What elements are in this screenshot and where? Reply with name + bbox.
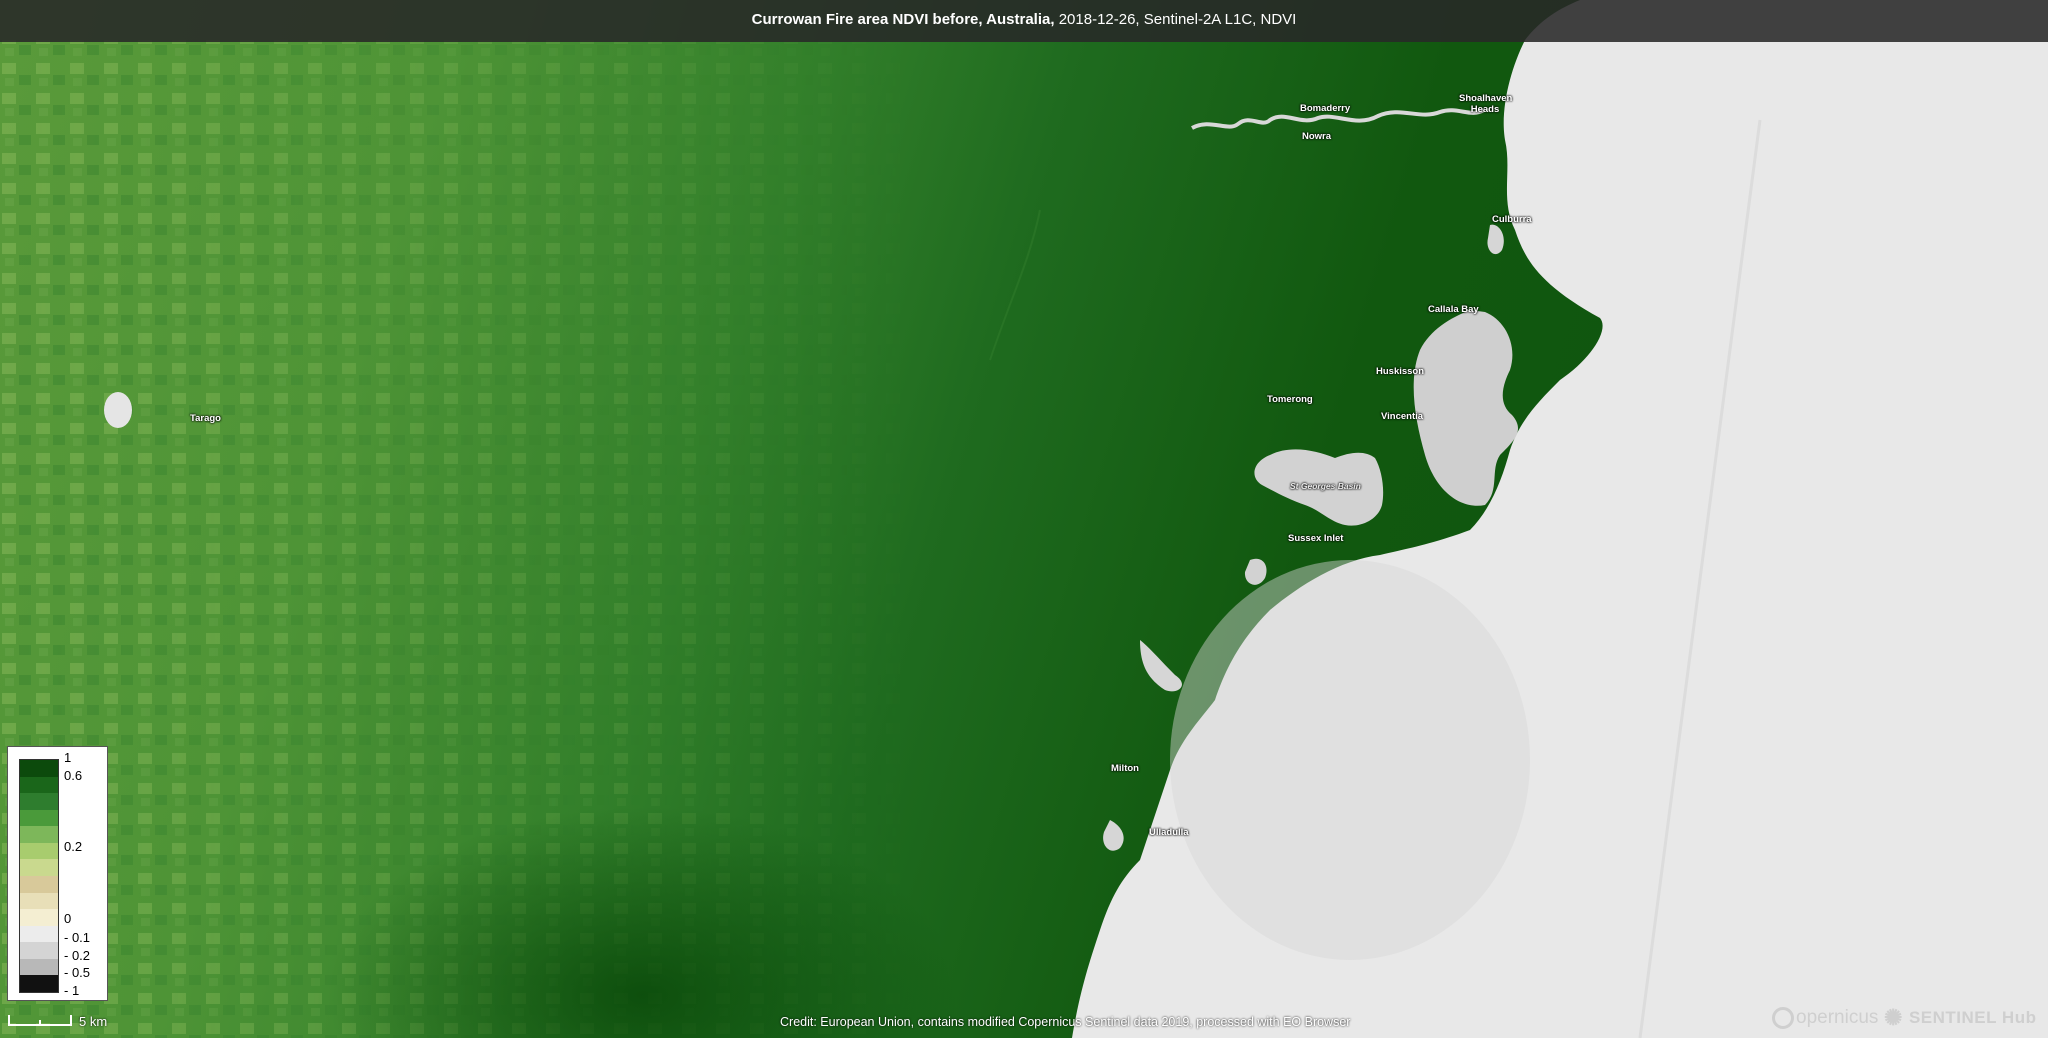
legend-color-ramp bbox=[19, 759, 59, 993]
place-label-st-georges-basin: St Georges Basin bbox=[1290, 481, 1361, 491]
legend-swatch bbox=[20, 925, 58, 943]
scale-label: 5 km bbox=[79, 1014, 108, 1029]
legend-swatch bbox=[20, 958, 58, 976]
place-label-nowra: Nowra bbox=[1302, 131, 1332, 142]
legend-swatch bbox=[20, 875, 58, 893]
place-label-bomaderry: Bomaderry bbox=[1300, 103, 1351, 114]
place-label-tomerong: Tomerong bbox=[1267, 394, 1313, 405]
copernicus-logo[interactable]: opernicus bbox=[1772, 1005, 1878, 1031]
legend-swatch bbox=[20, 776, 58, 794]
legend-tick-0.2: 0.2 bbox=[64, 839, 83, 854]
place-label-vincentia: Vincentia bbox=[1381, 411, 1424, 422]
legend-tick-1: 1 bbox=[64, 750, 72, 765]
legend-tick-minus-0.2: - 0.2 bbox=[64, 948, 91, 963]
legend-tick-minus-0.5: - 0.5 bbox=[64, 965, 91, 980]
place-label-callala-bay: Callala Bay bbox=[1428, 304, 1479, 315]
legend-swatch bbox=[20, 826, 58, 843]
credit-text: Credit: European Union, contains modifie… bbox=[780, 1015, 1351, 1029]
satellite-icon: ✺ bbox=[1884, 1005, 1903, 1030]
place-label-ulladulla: Ulladulla bbox=[1149, 827, 1189, 838]
legend-tick-minus-1: - 1 bbox=[64, 983, 80, 998]
place-label-tarago: Tarago bbox=[190, 413, 221, 424]
copernicus-ring-icon bbox=[1772, 1007, 1794, 1029]
map-title: Currowan Fire area NDVI before, Australi… bbox=[751, 11, 1297, 28]
legend-tick-minus-0.1: - 0.1 bbox=[64, 930, 91, 945]
ocean-haze bbox=[1170, 560, 1530, 960]
legend-swatch bbox=[20, 892, 58, 910]
place-label-shoalhaven-heads: Shoalhaven Heads bbox=[1459, 93, 1513, 115]
place-label-sussex-inlet: Sussex Inlet bbox=[1288, 533, 1344, 544]
legend-swatch bbox=[20, 760, 58, 777]
ndvi-map[interactable] bbox=[0, 0, 2048, 1038]
legend-tick-0: 0 bbox=[64, 911, 72, 926]
legend-swatch bbox=[20, 942, 58, 959]
legend-swatch bbox=[20, 809, 58, 827]
place-label-huskisson: Huskisson bbox=[1376, 366, 1425, 377]
place-label-milton: Milton bbox=[1111, 763, 1139, 774]
place-label-culburra: Culburra bbox=[1492, 214, 1532, 225]
ndvi-legend: 1 0.6 0.2 0 - 0.1 - 0.2 - 0.5 - 1 bbox=[7, 746, 108, 1001]
tarago-clearing bbox=[104, 392, 132, 428]
legend-swatch bbox=[20, 859, 58, 876]
legend-swatch bbox=[20, 793, 58, 810]
legend-tick-0.6: 0.6 bbox=[64, 768, 83, 783]
legend-swatch bbox=[20, 909, 58, 926]
legend-swatch bbox=[20, 975, 58, 992]
scale-bar bbox=[8, 1015, 72, 1026]
sentinel-hub-logo[interactable]: ✺ SENTINEL Hub bbox=[1884, 1005, 2036, 1031]
legend-swatch bbox=[20, 842, 58, 860]
dense-forest-shade bbox=[300, 500, 1200, 1038]
